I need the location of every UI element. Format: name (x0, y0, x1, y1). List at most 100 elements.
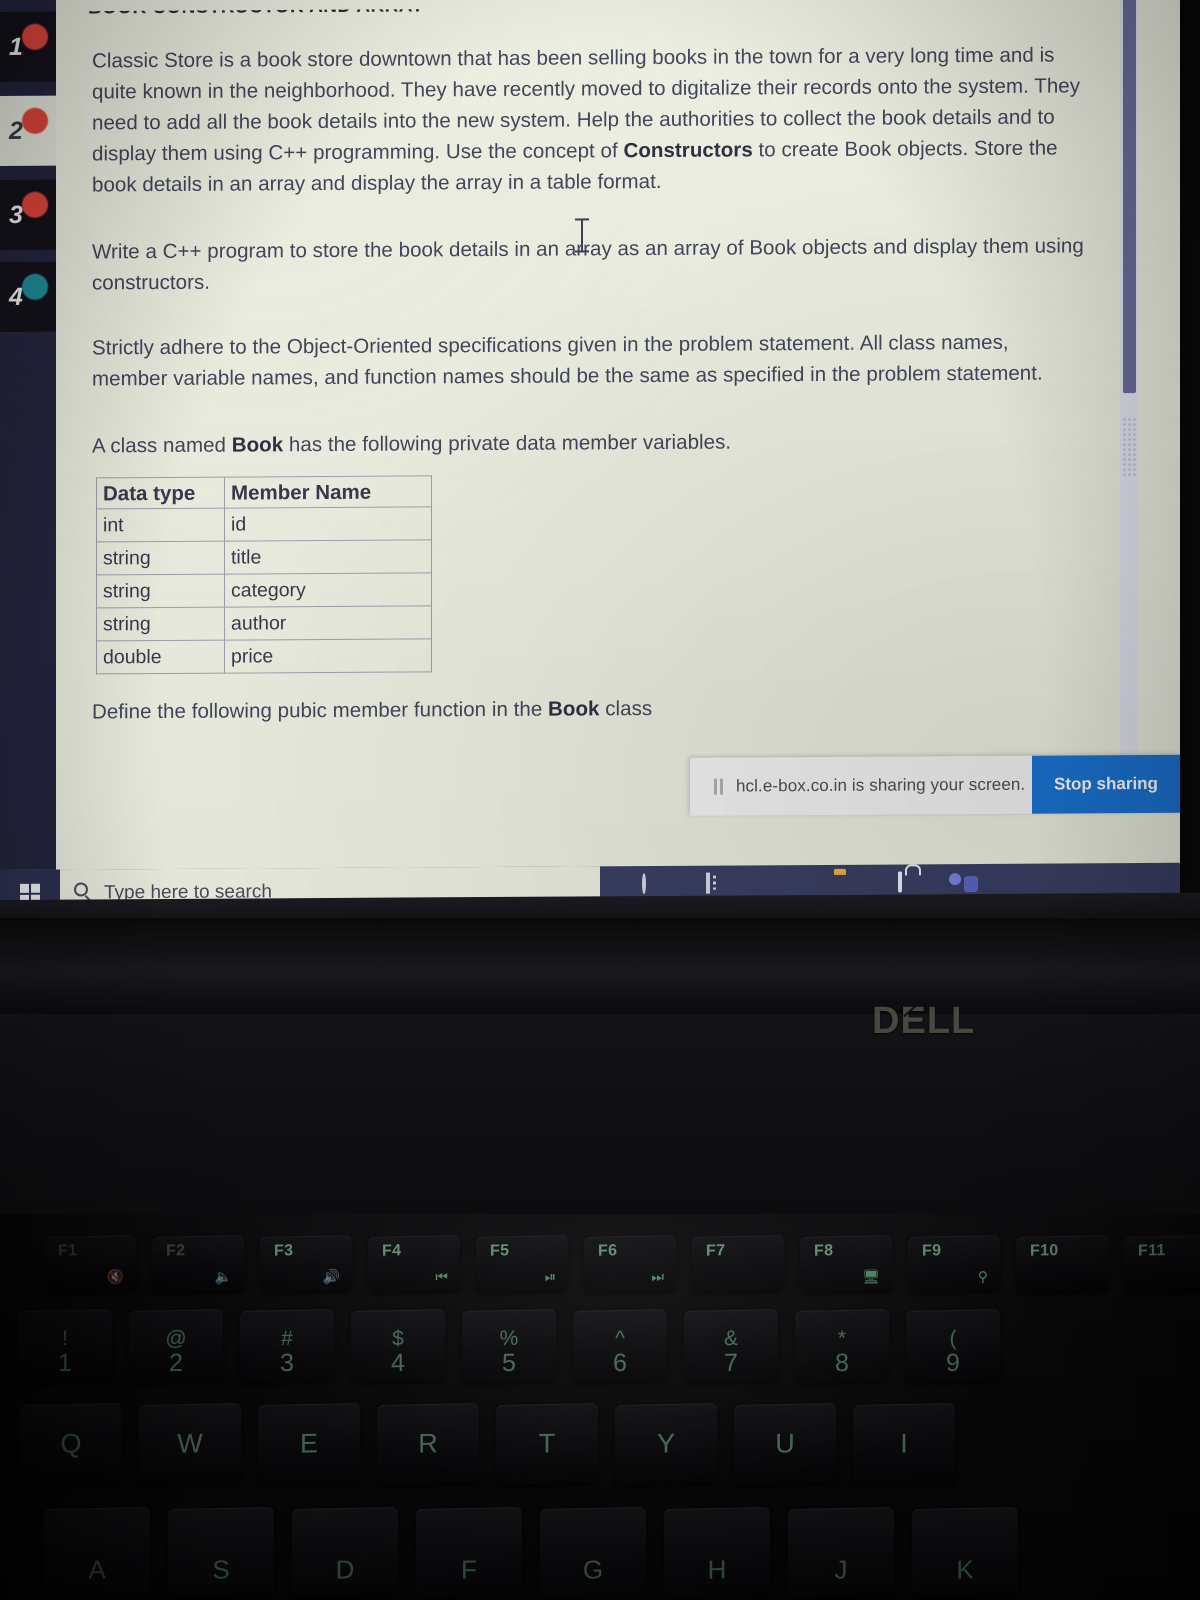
key-label: F1 (58, 1242, 78, 1260)
key-number: 2 (169, 1348, 183, 1377)
paragraph-specs: Strictly adhere to the Object-Oriented s… (92, 330, 1043, 391)
key-f3[interactable]: F3 🔊 (260, 1235, 352, 1293)
key-label: U (775, 1428, 795, 1459)
key-number: 8 (835, 1348, 849, 1377)
key-f8[interactable]: F8 🖥 (800, 1235, 892, 1293)
volume-up-icon: 🔊 (322, 1268, 340, 1285)
key-number: 6 (613, 1348, 627, 1377)
play-pause-icon: ⏯ (544, 1268, 556, 1285)
key-3[interactable]: #3 (240, 1309, 334, 1383)
cell-datatype: string (96, 607, 225, 641)
key-number: 5 (502, 1348, 516, 1377)
dell-brand-logo: DELL (872, 1000, 976, 1042)
key-a[interactable]: A (44, 1506, 150, 1598)
key-number: 7 (724, 1348, 738, 1377)
key-label: J (834, 1553, 848, 1585)
key-q[interactable]: Q (20, 1403, 122, 1485)
key-label: F (461, 1553, 477, 1585)
function-key-row: F1 🔇 F2 🔈 F3 🔊 F4 ⏮ F5 ⏯ F6 ⏭ F7 F8 🖥 F9 ⚲ F10 F… (0, 1235, 1200, 1298)
qwerty-key-row: Q W E R T Y U I (0, 1403, 1200, 1490)
key-f11[interactable]: F11 (1124, 1235, 1200, 1293)
key-r[interactable]: R (377, 1403, 479, 1485)
search-key-icon: ⚲ (977, 1268, 988, 1285)
key-label: I (900, 1428, 908, 1459)
key-9[interactable]: (9 (906, 1309, 1000, 1383)
member-variables-table: Data type Member Name int id string titl… (96, 475, 432, 674)
search-icon (74, 882, 88, 897)
keyword-constructors: Constructors (623, 138, 753, 163)
cell-datatype: string (96, 574, 225, 608)
scrollbar-thumb[interactable] (1123, 0, 1136, 394)
key-f7[interactable]: F7 (692, 1235, 784, 1293)
key-f[interactable]: F (416, 1506, 522, 1598)
table-row: string title (96, 539, 432, 575)
key-f4[interactable]: F4 ⏮ (368, 1235, 460, 1293)
rail-item-3[interactable]: 3 (0, 179, 56, 250)
table-header-row: Data type Member Name (96, 475, 432, 509)
problem-statement-document: BOOK CONSTRUCTOR AND ARRAY Classic Store… (56, 0, 1180, 870)
key-number: 3 (280, 1348, 294, 1377)
key-u[interactable]: U (734, 1403, 836, 1485)
rail-item-2[interactable]: 2 (0, 95, 56, 166)
key-g[interactable]: G (540, 1506, 646, 1598)
drag-grip-icon[interactable] (1122, 417, 1136, 478)
table-row: int id (96, 506, 432, 542)
question-rail: 1 2 3 4 (0, 0, 56, 871)
key-d[interactable]: D (292, 1506, 398, 1598)
key-s[interactable]: S (168, 1506, 274, 1598)
key-label: H (707, 1553, 727, 1585)
key-label: F5 (490, 1242, 510, 1260)
key-e[interactable]: E (258, 1403, 360, 1485)
column-header-datatype: Data type (96, 477, 225, 509)
keyword-book-2: Book (548, 697, 600, 721)
key-7[interactable]: & 7 (684, 1309, 778, 1383)
key-label: F3 (274, 1242, 294, 1260)
key-i[interactable]: I (853, 1403, 955, 1485)
key-4[interactable]: $4 (351, 1309, 445, 1383)
paragraph-intro: Classic Store is a book store downtown t… (92, 39, 1102, 200)
status-dot-icon (22, 191, 48, 218)
key-h[interactable]: H (664, 1506, 770, 1598)
cell-membername: price (224, 638, 432, 674)
cell-membername: category (224, 572, 432, 608)
key-w[interactable]: W (139, 1403, 241, 1485)
key-f5[interactable]: F5 ⏯ (476, 1235, 568, 1293)
rail-item-number: 2 (9, 116, 23, 145)
key-label: R (418, 1428, 438, 1459)
key-f10[interactable]: F10 (1016, 1235, 1108, 1293)
key-label: A (88, 1553, 106, 1585)
key-1[interactable]: ! 1 (18, 1309, 112, 1383)
rail-item-1[interactable]: 1 (0, 11, 56, 82)
key-label: D (335, 1553, 355, 1585)
key-j[interactable]: J (788, 1506, 894, 1598)
stop-sharing-button[interactable]: Stop sharing (1032, 754, 1180, 814)
key-6[interactable]: ^ 6 (573, 1309, 667, 1383)
key-5[interactable]: % 5 (462, 1309, 556, 1383)
key-f9[interactable]: F9 ⚲ (908, 1235, 1000, 1293)
laptop-screen: 1 2 3 4 BOOK CONSTRUCTOR AND ARRAY Class… (0, 0, 1180, 919)
key-label: Q (60, 1428, 82, 1459)
key-f2[interactable]: F2 🔈 (152, 1235, 244, 1293)
key-f1[interactable]: F1 🔇 (44, 1235, 136, 1293)
key-label: W (177, 1428, 203, 1459)
key-label: S (212, 1553, 230, 1585)
table-row: string author (96, 605, 432, 641)
key-t[interactable]: T (496, 1403, 598, 1485)
key-f6[interactable]: F6 ⏭ (584, 1235, 676, 1293)
mute-icon: 🔇 (106, 1268, 124, 1285)
rail-item-4[interactable]: 4 (0, 261, 56, 332)
key-y[interactable]: Y (615, 1403, 717, 1485)
rail-item-number: 3 (9, 200, 23, 229)
cell-membername: title (224, 539, 432, 575)
number-key-row: ! 1 @2 #3 $4 % 5 ^ 6 & 7 * 8 (9 (0, 1309, 1200, 1388)
key-k[interactable]: K (912, 1506, 1018, 1598)
key-2[interactable]: @2 (129, 1309, 223, 1383)
laptop-hinge (0, 918, 1200, 1014)
cell-datatype: int (96, 508, 225, 542)
status-dot-icon (22, 23, 48, 50)
pause-icon (714, 778, 726, 795)
key-8[interactable]: * 8 (795, 1309, 889, 1383)
cell-membername: id (224, 506, 432, 542)
laptop-keyboard: F1 🔇 F2 🔈 F3 🔊 F4 ⏮ F5 ⏯ F6 ⏭ F7 F8 🖥 F9 ⚲ F10 F… (0, 1214, 1200, 1600)
rail-item-number: 4 (9, 282, 23, 311)
